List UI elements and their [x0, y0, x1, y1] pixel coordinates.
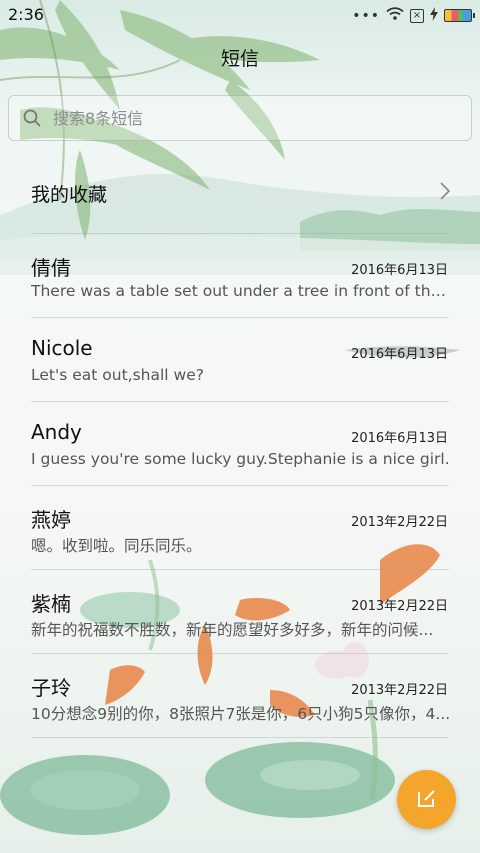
- conversation-row[interactable]: Nicole 2016年6月13日 Let's eat out,shall we…: [0, 318, 480, 402]
- battery-icon: [444, 9, 475, 22]
- status-time: 2:36: [8, 5, 44, 24]
- search-bar[interactable]: [8, 95, 472, 141]
- favorites-row[interactable]: 我的收藏: [0, 150, 480, 234]
- favorites-label: 我的收藏: [31, 184, 108, 206]
- contact-name: Andy: [31, 420, 82, 444]
- page-title: 短信: [220, 48, 259, 70]
- message-date: 2016年6月13日: [351, 347, 448, 362]
- conversation-list: 倩倩 2016年6月13日 There was a table set out …: [0, 234, 480, 738]
- conversation-row[interactable]: 子玲 2013年2月22日 10分想念9别的你，8张照片7张是你，6只小狗5只像…: [0, 654, 480, 738]
- contact-name: Nicole: [31, 336, 93, 360]
- charging-icon: [430, 6, 438, 25]
- contact-name: 子玲: [31, 676, 71, 700]
- search-input[interactable]: [53, 96, 453, 140]
- status-bar: 2:36 ••• ×: [0, 0, 480, 28]
- no-sim-icon: ×: [410, 8, 424, 23]
- contact-name: 燕婷: [31, 508, 71, 532]
- message-date: 2013年2月22日: [351, 599, 448, 614]
- wifi-icon: [386, 6, 404, 25]
- row-divider: [31, 737, 449, 738]
- conversation-row[interactable]: 倩倩 2016年6月13日 There was a table set out …: [0, 234, 480, 318]
- conversation-row[interactable]: Andy 2016年6月13日 I guess you're some luck…: [0, 402, 480, 486]
- message-snippet: Let's eat out,shall we?: [31, 366, 204, 384]
- more-notifications-icon: •••: [352, 7, 380, 24]
- contact-name: 倩倩: [31, 256, 71, 280]
- conversation-row[interactable]: 紫楠 2013年2月22日 新年的祝福数不胜数，新年的愿望好多好多，新年的问候.…: [0, 570, 480, 654]
- contact-name: 紫楠: [31, 592, 71, 616]
- status-icons: ••• ×: [352, 6, 475, 25]
- message-date: 2013年2月22日: [351, 515, 448, 530]
- message-date: 2016年6月13日: [351, 431, 448, 446]
- chevron-right-icon: [440, 182, 451, 204]
- message-snippet: 嗯。收到啦。同乐同乐。: [31, 537, 202, 555]
- compose-button[interactable]: [397, 770, 456, 829]
- message-snippet: 新年的祝福数不胜数，新年的愿望好多好多，新年的问候...: [31, 621, 434, 639]
- compose-icon: [417, 788, 437, 812]
- message-date: 2016年6月13日: [351, 263, 448, 278]
- conversation-row[interactable]: 燕婷 2013年2月22日 嗯。收到啦。同乐同乐。: [0, 486, 480, 570]
- message-snippet: 10分想念9别的你，8张照片7张是你，6只小狗5只像你，4...: [31, 705, 451, 723]
- message-date: 2013年2月22日: [351, 683, 448, 698]
- message-snippet: There was a table set out under a tree i…: [31, 282, 451, 300]
- search-icon: [23, 109, 41, 131]
- message-snippet: I guess you're some lucky guy.Stephanie …: [31, 450, 450, 468]
